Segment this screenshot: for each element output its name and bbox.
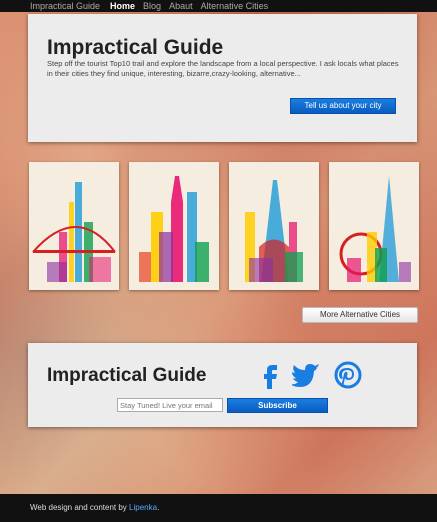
twitter-icon[interactable] [292,361,322,389]
golden-gate-poster-icon [32,182,116,282]
nav-item-about[interactable]: Abaut [169,1,193,11]
poster-london[interactable] [329,162,419,290]
poster-san-francisco[interactable] [29,162,119,290]
nav-item-home[interactable]: Home [110,1,135,11]
nav-item-blog[interactable]: Blog [143,1,161,11]
page-footer: Web design and content by Lipenka. [0,494,437,522]
footer-suffix: . [157,503,160,512]
footer-author-link[interactable]: Lipenka [129,503,157,512]
new-york-skyline-poster-icon [139,176,209,282]
subscribe-panel: Impractical Guide Subscribe [28,343,417,427]
facebook-icon[interactable] [256,361,284,389]
nav-item-alternative-cities[interactable]: Alternative Cities [201,1,269,11]
footer-credit: Web design and content by Lipenka. [30,503,159,512]
poster-new-york[interactable] [129,162,219,290]
poster-paris[interactable] [229,162,319,290]
nav-brand[interactable]: Impractical Guide [30,1,100,11]
pinterest-icon[interactable] [334,361,362,389]
hero-title: Impractical Guide [47,36,224,59]
email-input[interactable] [117,398,223,412]
more-alternative-cities-button[interactable]: More Alternative Cities [302,307,418,323]
paris-eiffel-poster-icon [245,180,303,282]
city-posters [28,162,420,292]
subscribe-title: Impractical Guide [47,365,207,386]
hero-panel: Impractical Guide Step off the tourist T… [28,14,417,142]
london-shard-poster-icon [339,176,411,282]
footer-text: Web design and content by [30,503,130,512]
hero-description: Step off the tourist Top10 trail and exp… [47,59,399,78]
tell-us-button[interactable]: Tell us about your city [290,98,396,114]
subscribe-button[interactable]: Subscribe [227,398,328,413]
top-navbar: Impractical Guide Home Blog Abaut Altern… [0,0,437,12]
